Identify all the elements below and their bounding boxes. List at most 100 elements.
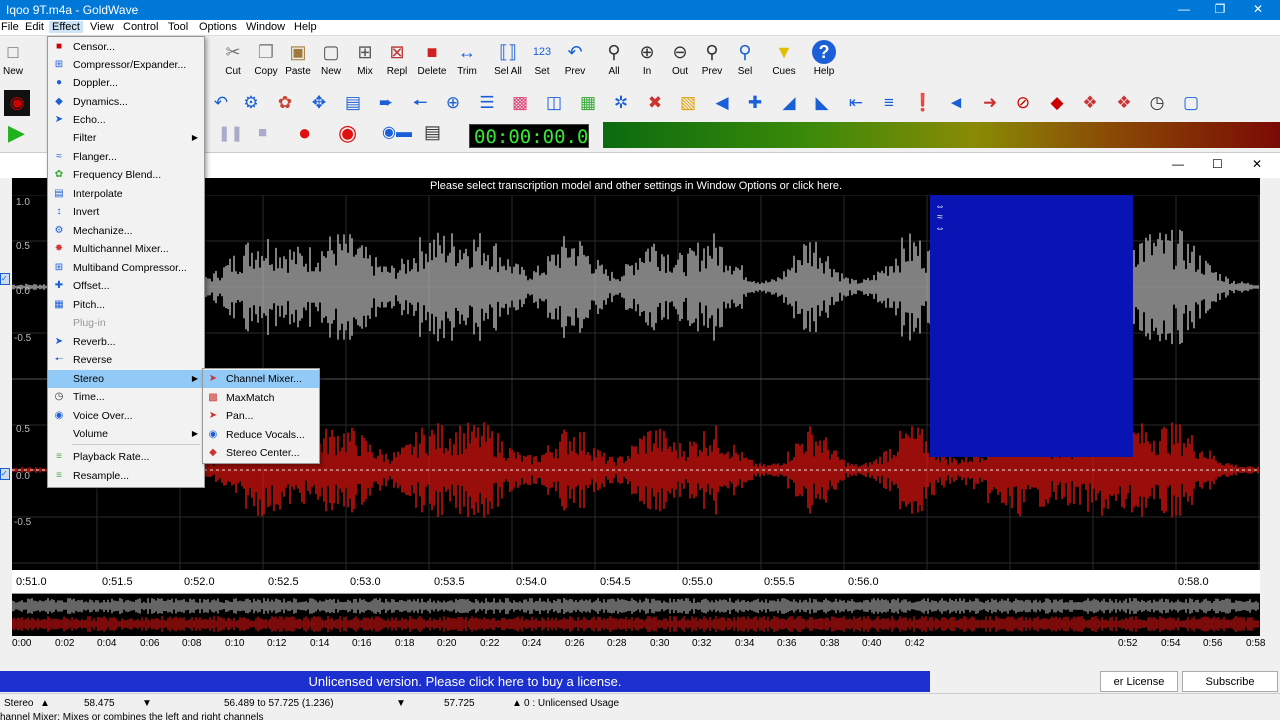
trim-button[interactable]: ↔ Trim [450,40,484,82]
effect-menu-item[interactable]: ↕ Invert [48,203,204,221]
stop-icon[interactable]: ■ [258,124,267,141]
mix-button[interactable]: ⊞ Mix [348,40,382,82]
volume-max-tool-icon[interactable]: ❗ [910,90,936,116]
effect-menu-item[interactable]: ≈ Flanger... [48,148,204,166]
effect-menu-item[interactable]: ◉ Voice Over... [48,407,204,425]
close-button[interactable]: ✕ [1240,0,1276,20]
menu-view[interactable]: View [87,21,117,33]
pop-tool-icon[interactable]: ◆ [1044,90,1070,116]
effect-menu-item[interactable]: ✿ Frequency Blend... [48,166,204,184]
doc-maximize-button[interactable]: ☐ [1212,157,1223,171]
effect-menu-item[interactable]: ≡ Playback Rate... [48,448,204,466]
effect-menu-item[interactable]: ✚ Offset... [48,277,204,295]
effect-menu-item[interactable]: ▦ Pitch... [48,296,204,314]
effect-menu-item[interactable]: ⊞ Compressor/Expander... [48,56,204,74]
speaker-tool-icon[interactable]: ◄ [943,90,969,116]
gear-effect-icon[interactable]: ⚙ [238,90,264,116]
selection-region[interactable]: ⇔ ≈ ⇔ [930,195,1133,457]
spectrum-tool-icon[interactable]: ▦ [575,90,601,116]
right-channel-checkbox[interactable]: ✓ [0,468,10,480]
effect-menu-item[interactable]: ◷ Time... [48,388,204,406]
minimize-button[interactable]: — [1166,0,1202,20]
volume-down-tool-icon[interactable]: ◀ [709,90,735,116]
effect-menu-item[interactable]: ≡ Resample... [48,467,204,485]
replace-button[interactable]: ⊠ Repl [380,40,414,82]
set-button[interactable]: 123 Set [525,40,559,82]
undo-effect-icon[interactable]: ↶ [208,90,234,116]
effect-menu-item[interactable]: ➤ Echo... [48,111,204,129]
effect-menu-item[interactable]: ▤ Interpolate [48,185,204,203]
control-properties-icon[interactable]: ▤ [424,122,441,143]
subscribe-button[interactable]: Subscribe [1182,671,1278,692]
offset-tool-icon[interactable]: ⊕ [440,90,466,116]
arrow-right-tool-icon[interactable]: ➨ [373,90,399,116]
cues-button[interactable]: ▼ Cues [767,40,801,82]
new-button[interactable]: □ New [0,40,30,82]
zoom-out-button[interactable]: ⊖ Out [663,40,697,82]
match-volume-tool-icon[interactable]: ⇤ [843,90,869,116]
effect-menu-item[interactable]: ⊞ Multiband Compressor... [48,259,204,277]
arrow-left-tool-icon[interactable]: 🠔 [407,90,433,116]
license-banner[interactable]: Unlicensed version. Please click here to… [0,671,930,692]
reverb-tool-icon[interactable]: ◫ [541,90,567,116]
volume-plus-tool-icon[interactable]: ✚ [742,90,768,116]
stereo-menu-item[interactable]: ➤ Channel Mixer... [203,370,319,388]
help-button[interactable]: ? Help [807,40,841,82]
doc-close-button[interactable]: ✕ [1252,157,1262,171]
stereo-menu-item[interactable]: ▩ MaxMatch [203,389,319,407]
selection-handle-icon[interactable]: ⇔ ≈ ⇔ [933,201,947,235]
overview-waveform[interactable] [12,594,1260,636]
record-selection-icon[interactable]: ◉ [338,120,357,146]
select-all-button[interactable]: ⟦⟧ Sel All [491,40,525,82]
expand-tool-icon[interactable]: ✥ [306,90,332,116]
left-channel-checkbox[interactable]: ✓ [0,273,10,285]
zoom-all-button[interactable]: ⚲ All [597,40,631,82]
doc-minimize-button[interactable]: — [1172,157,1184,171]
speech-tool-icon[interactable]: ▢ [1178,90,1204,116]
effect-menu-item[interactable]: 🠔 Reverse [48,351,204,369]
menu-edit[interactable]: Edit [22,21,47,33]
cut-button[interactable]: ✂ Cut [216,40,250,82]
monitor-icon[interactable]: ◉▬ [382,122,412,142]
mechanize-tool-icon[interactable]: ✖ [642,90,668,116]
zoom-prev-button[interactable]: ⚲ Prev [695,40,729,82]
time-tool-icon[interactable]: ◷ [1144,90,1170,116]
effect-menu-item[interactable]: Volume ▶ [48,425,204,443]
buy-license-button[interactable]: er License [1100,671,1178,692]
copy-button[interactable]: ❐ Copy [249,40,283,82]
effect-menu-item[interactable]: Filter ▶ [48,129,204,147]
hiss-tool-icon[interactable]: ❖ [1077,90,1103,116]
effect-menu-item[interactable]: ➤ Reverb... [48,333,204,351]
effect-menu-item[interactable]: ⚙ Mechanize... [48,222,204,240]
interpolate-tool-icon[interactable]: ▤ [340,90,366,116]
effect-menu-item[interactable]: Stereo ▶ [48,370,204,388]
record-icon[interactable]: ● [298,120,311,146]
censor-tool-icon[interactable]: ◉ [4,90,30,116]
prev-selection-button[interactable]: ↶ Prev [558,40,592,82]
effect-menu-item[interactable]: ✸ Multichannel Mixer... [48,240,204,258]
stereo-menu-item[interactable]: ◆ Stereo Center... [203,444,319,462]
color-tool-icon[interactable]: ▧ [675,90,701,116]
delete-button[interactable]: ■ Delete [415,40,449,82]
menu-help[interactable]: Help [291,21,320,33]
doppler-tool-icon[interactable]: ✿ [272,90,298,116]
menu-effect[interactable]: Effect [49,21,83,33]
play-icon[interactable]: ▶ [8,120,25,146]
fade-in-tool-icon[interactable]: ◢ [776,90,802,116]
effect-menu-item[interactable]: ◆ Dynamics... [48,93,204,111]
menu-options[interactable]: Options [196,21,240,33]
voice-tool-icon[interactable]: ➜ [977,90,1003,116]
effect-menu-item[interactable]: ● Doppler... [48,74,204,92]
paste-button[interactable]: ▣ Paste [281,40,315,82]
volume-equal-tool-icon[interactable]: ≡ [876,90,902,116]
menu-control[interactable]: Control [120,21,161,33]
stereo-menu-item[interactable]: ➤ Pan... [203,407,319,425]
paste-new-button[interactable]: ▢ New [314,40,348,82]
menu-file[interactable]: File [0,21,22,33]
noise-tool-icon[interactable]: ⊘ [1010,90,1036,116]
effect-menu-item[interactable]: ■ Censor... [48,38,204,56]
equalizer-tool-icon[interactable]: ☰ [474,90,500,116]
filter-tool-icon[interactable]: ▩ [507,90,533,116]
clip-tool-icon[interactable]: ❖ [1111,90,1137,116]
maximize-button[interactable]: ❐ [1202,0,1238,20]
